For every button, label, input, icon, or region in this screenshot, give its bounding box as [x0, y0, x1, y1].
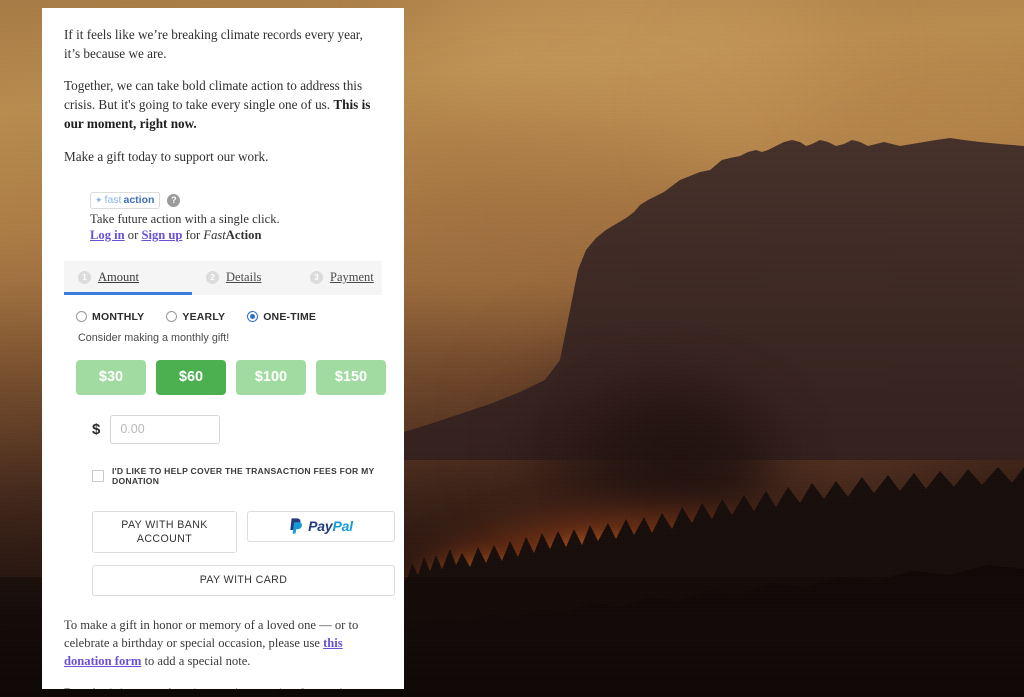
- frequency-label-one-time: ONE-TIME: [263, 310, 317, 323]
- fastaction-block: ✦ fast action ? Take future action with a …: [90, 192, 382, 243]
- for-text: for: [182, 227, 204, 242]
- honor-text-a: To make a gift in honor or memory of a l…: [64, 617, 359, 650]
- frequency-label-yearly: YEARLY: [182, 310, 226, 323]
- transaction-fees-label: I'D LIKE TO HELP COVER THE TRANSACTION F…: [112, 465, 375, 486]
- intro-text-2a: Together, we can take bold climate actio…: [64, 78, 363, 113]
- monthly-gift-note: Consider making a monthly gift!: [78, 331, 230, 344]
- amount-button-150[interactable]: $150: [316, 359, 386, 395]
- fastaction-logo-action: action: [123, 194, 155, 207]
- pay-with-bank-account-button[interactable]: PAY WITH BANK ACCOUNT: [92, 510, 237, 553]
- tab-payment[interactable]: 3 Payment: [296, 261, 384, 295]
- brand-action: Action: [225, 227, 262, 242]
- legal-text-a: By submitting your donation, you’re agre…: [64, 686, 355, 689]
- amount-button-group: $30 $60 $100 $150: [76, 359, 386, 395]
- tab-details[interactable]: 2 Details: [192, 261, 296, 295]
- step-tabs: 1 Amount 2 Details 3 Payment: [64, 260, 384, 295]
- brand-fast: Fast: [203, 227, 226, 242]
- honor-text-b: to add a special note.: [141, 653, 251, 668]
- amount-button-60[interactable]: $60: [156, 359, 226, 395]
- tab-label-payment: Payment: [330, 270, 374, 285]
- pay-with-paypal-button[interactable]: PayPal: [247, 510, 395, 542]
- tab-label-amount: Amount: [98, 270, 139, 285]
- frequency-option-monthly[interactable]: MONTHLY: [76, 311, 144, 323]
- legal-disclosure-paragraph: By submitting your donation, you’re agre…: [64, 684, 382, 689]
- currency-symbol: $: [92, 420, 101, 438]
- radio-one-time[interactable]: [247, 311, 259, 323]
- radio-yearly[interactable]: [166, 311, 178, 323]
- fastaction-logo-fast: fast: [104, 194, 122, 207]
- intro-text-1a: If it feels like we’re breaking climate …: [64, 27, 363, 61]
- transaction-fees-checkbox[interactable]: [92, 469, 104, 482]
- frequency-option-one-time[interactable]: ONE-TIME: [247, 311, 316, 323]
- frequency-radio-group: MONTHLY YEARLY ONE-TIME: [76, 311, 382, 323]
- custom-amount-row: $: [92, 414, 382, 444]
- tab-number-3: 3: [310, 271, 323, 285]
- fastaction-links: Log in or Sign up for FastAction: [90, 228, 382, 243]
- paypal-icon: [290, 518, 303, 534]
- intro-text-1b: we are.: [128, 45, 167, 61]
- tab-label-details: Details: [226, 270, 262, 285]
- gear-icon: ✦: [95, 195, 103, 206]
- paypal-text-pal: Pal: [332, 517, 353, 534]
- paypal-logo: PayPal: [289, 517, 353, 536]
- intro-paragraph-2: Together, we can take bold climate actio…: [64, 77, 382, 133]
- pay-with-card-button[interactable]: PAY WITH CARD: [92, 564, 395, 596]
- radio-monthly[interactable]: [76, 311, 87, 323]
- paypal-text-pay: Pay: [308, 517, 333, 534]
- login-link[interactable]: Log in: [90, 228, 125, 242]
- fastaction-tagline: Take future action with a single click.: [90, 211, 280, 226]
- signup-link[interactable]: Sign up: [141, 228, 182, 242]
- amount-button-100[interactable]: $100: [236, 359, 306, 395]
- amount-button-30[interactable]: $30: [76, 359, 146, 395]
- custom-amount-input[interactable]: [110, 414, 221, 444]
- fastaction-logo[interactable]: ✦ fast action: [90, 192, 161, 209]
- frequency-option-yearly[interactable]: YEARLY: [166, 311, 225, 323]
- fastaction-logo-row: ✦ fast action ?: [90, 192, 382, 209]
- donation-form-panel: If it feels like we’re breaking climate …: [42, 8, 404, 689]
- frequency-label-monthly: MONTHLY: [92, 310, 145, 323]
- help-icon[interactable]: ?: [167, 194, 181, 208]
- payment-method-row: PAY WITH BANK ACCOUNT PayPal: [92, 510, 395, 553]
- or-text: or: [124, 227, 142, 242]
- intro-paragraph-1: If it feels like we’re breaking climate …: [64, 26, 382, 63]
- paypal-wordmark: PayPal: [308, 517, 353, 536]
- tab-amount[interactable]: 1 Amount: [64, 260, 192, 295]
- transaction-fees-row[interactable]: I'D LIKE TO HELP COVER THE TRANSACTION F…: [92, 466, 382, 486]
- tab-number-2: 2: [206, 271, 219, 285]
- intro-paragraph-3: Make a gift today to support our work.: [64, 148, 269, 164]
- tab-number-1: 1: [78, 271, 91, 285]
- honor-gift-paragraph: To make a gift in honor or memory of a l…: [64, 616, 382, 670]
